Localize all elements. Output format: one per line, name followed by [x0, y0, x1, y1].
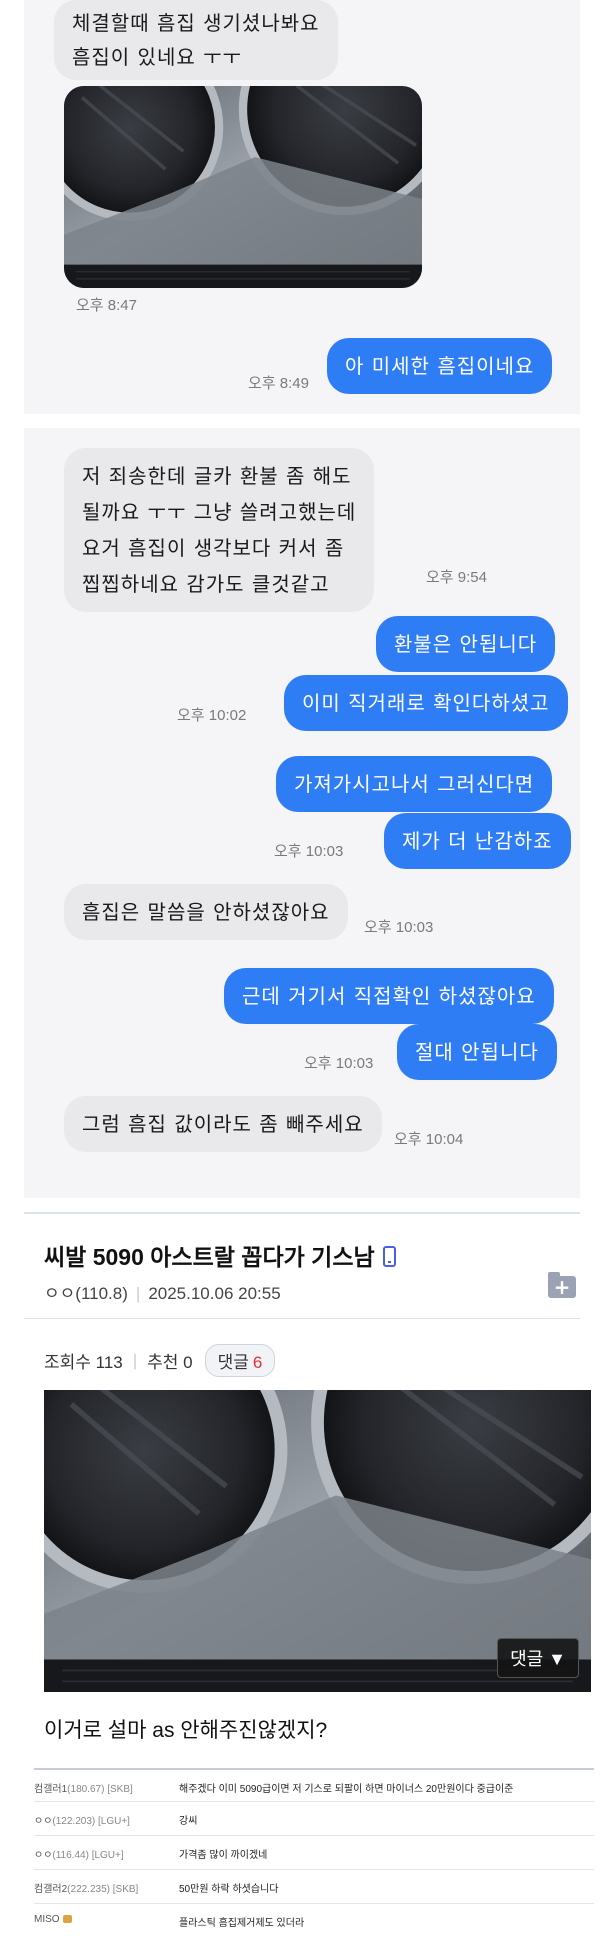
- comment-list: 컴갤러1(180.67) [SKB] 해주겠다 이미 5090급이면 저 기스로…: [34, 1768, 594, 1936]
- comment-text: 플라스틱 흠집제거제도 있더라: [179, 1918, 305, 1929]
- section-divider: [24, 1212, 580, 1214]
- comment-author[interactable]: ㅇㅇ(122.203) [LGU+]: [34, 1812, 180, 1827]
- message-time: 오후 10:03: [274, 843, 344, 860]
- section-divider: [24, 1318, 580, 1319]
- recommend-count: 추천 0: [147, 1353, 193, 1372]
- post-title[interactable]: 씨발 5090 아스트랄 꼽다가 기스남: [44, 1238, 396, 1272]
- comment-count-button[interactable]: 댓글 6: [204, 1344, 276, 1377]
- comment-ip: (116.44) [LGU+]: [52, 1850, 124, 1861]
- comment-nick: 컴갤러1: [34, 1784, 68, 1795]
- view-count: 조회수 113: [44, 1353, 123, 1372]
- message-line: 흠집이 있네요 ㅜㅜ: [72, 45, 242, 69]
- comment-row: MISO 플라스틱 흠집제거제도 있더라: [34, 1904, 594, 1936]
- comment-author[interactable]: 컴갤러2(222.235) [SKB]: [34, 1880, 180, 1895]
- comment-nick: ㅇㅇ: [34, 1850, 53, 1861]
- author-name[interactable]: ㅇㅇ(110.8): [44, 1284, 128, 1303]
- message-line: 찝찝하네요 감가도 클것같고: [82, 572, 330, 596]
- chat-screenshot-1: 체결할때 흠집 생기셨나봐요 흠집이 있네요 ㅜㅜ 오후 8:47 아 미세한 …: [24, 0, 580, 414]
- comment-row: 컴갤러2(222.235) [SKB] 50만원 하락 하셧습니다: [34, 1870, 594, 1904]
- outgoing-message: 가져가시고나서 그러신다면: [276, 756, 553, 812]
- message-line: 체결할때 흠집 생기셨나봐요: [72, 11, 320, 35]
- comment-ip: (222.235) [SKB]: [67, 1884, 139, 1895]
- lock-icon: [62, 1915, 72, 1923]
- comment-nick: 컴갤러2: [34, 1884, 68, 1895]
- comment-nick: MISO: [34, 1914, 60, 1925]
- message-time: 오후 9:54: [426, 569, 487, 586]
- comment-author[interactable]: MISO: [34, 1914, 180, 1925]
- comment-row: ㅇㅇ(116.44) [LGU+] 가격좀 많이 까이겠네: [34, 1836, 594, 1870]
- comments-toggle-button[interactable]: 댓글 ▼: [497, 1638, 579, 1678]
- post-body-text: 이거로 설마 as 안해주진않겠지?: [44, 1719, 328, 1742]
- comment-row: 컴갤러1(180.67) [SKB] 해주겠다 이미 5090급이면 저 기스로…: [34, 1768, 594, 1802]
- chat-screenshot-2: 저 죄송한데 글카 환불 좀 해도 될까요 ㅜㅜ 그냥 쓸려고했는데 요거 흠집…: [24, 428, 580, 1198]
- outgoing-message: 환불은 안됩니다: [376, 616, 556, 672]
- message-time: 오후 8:49: [248, 375, 309, 392]
- message-time: 오후 10:03: [304, 1055, 374, 1072]
- scratch-photo[interactable]: [64, 86, 422, 288]
- comment-text: 해주겠다 이미 5090급이면 저 기스로 되팔이 하면 마이너스 20만원이다…: [179, 1784, 514, 1795]
- outgoing-message: 이미 직거래로 확인다하셨고: [284, 675, 568, 731]
- meta-divider: |: [135, 1284, 141, 1303]
- post-photo[interactable]: 댓글 ▼: [44, 1390, 591, 1692]
- message-time: 오후 8:47: [76, 297, 137, 314]
- message-time: 오후 10:04: [394, 1131, 464, 1148]
- comment-text: 가격좀 많이 까이겠네: [179, 1850, 268, 1861]
- outgoing-message: 근데 거기서 직접확인 하셨잖아요: [224, 968, 554, 1024]
- message-line: 요거 흠집이 생각보다 커서 좀: [82, 536, 345, 560]
- post-title-text: 씨발 5090 아스트랄 꼽다가 기스남: [44, 1244, 375, 1270]
- incoming-message: 그럼 흠집 값이라도 좀 빼주세요: [64, 1096, 382, 1152]
- comment-author[interactable]: ㅇㅇ(116.44) [LGU+]: [34, 1846, 180, 1861]
- post-meta: ㅇㅇ(110.8) | 2025.10.06 20:55: [44, 1279, 281, 1304]
- message-time: 오후 10:03: [364, 919, 434, 936]
- post-stats: 조회수 113 | 추천 0 댓글 6: [44, 1344, 276, 1377]
- comment-ip: (122.203) [LGU+]: [52, 1816, 130, 1827]
- incoming-message: 저 죄송한데 글카 환불 좀 해도 될까요 ㅜㅜ 그냥 쓸려고했는데 요거 흠집…: [64, 448, 375, 612]
- comment-ip: (180.67) [SKB]: [67, 1784, 133, 1795]
- outgoing-message: 절대 안됩니다: [397, 1024, 557, 1080]
- comment-count: 6: [252, 1353, 263, 1372]
- comment-author[interactable]: 컴갤러1(180.67) [SKB]: [34, 1780, 180, 1795]
- outgoing-message: 제가 더 난감하죠: [384, 813, 571, 869]
- outgoing-message: 아 미세한 흠집이네요: [327, 338, 553, 394]
- message-line: 될까요 ㅜㅜ 그냥 쓸려고했는데: [82, 500, 357, 524]
- comment-nick: ㅇㅇ: [34, 1816, 53, 1827]
- incoming-message: 체결할때 흠집 생기셨나봐요 흠집이 있네요 ㅜㅜ: [54, 0, 338, 80]
- post-date: 2025.10.06 20:55: [148, 1284, 281, 1303]
- message-time: 오후 10:02: [177, 707, 247, 724]
- comment-row: ㅇㅇ(122.203) [LGU+] 강씨: [34, 1802, 594, 1836]
- comment-label: 댓글: [217, 1353, 249, 1372]
- comment-text: 강씨: [179, 1816, 198, 1827]
- message-line: 저 죄송한데 글카 환불 좀 해도: [82, 464, 352, 488]
- stats-divider: |: [132, 1350, 138, 1370]
- comment-text: 50만원 하락 하셧습니다: [179, 1884, 279, 1895]
- incoming-message: 흠집은 말씀을 안하셨잖아요: [64, 884, 348, 940]
- phone-icon: [382, 1246, 396, 1267]
- add-folder-icon[interactable]: +: [548, 1272, 576, 1298]
